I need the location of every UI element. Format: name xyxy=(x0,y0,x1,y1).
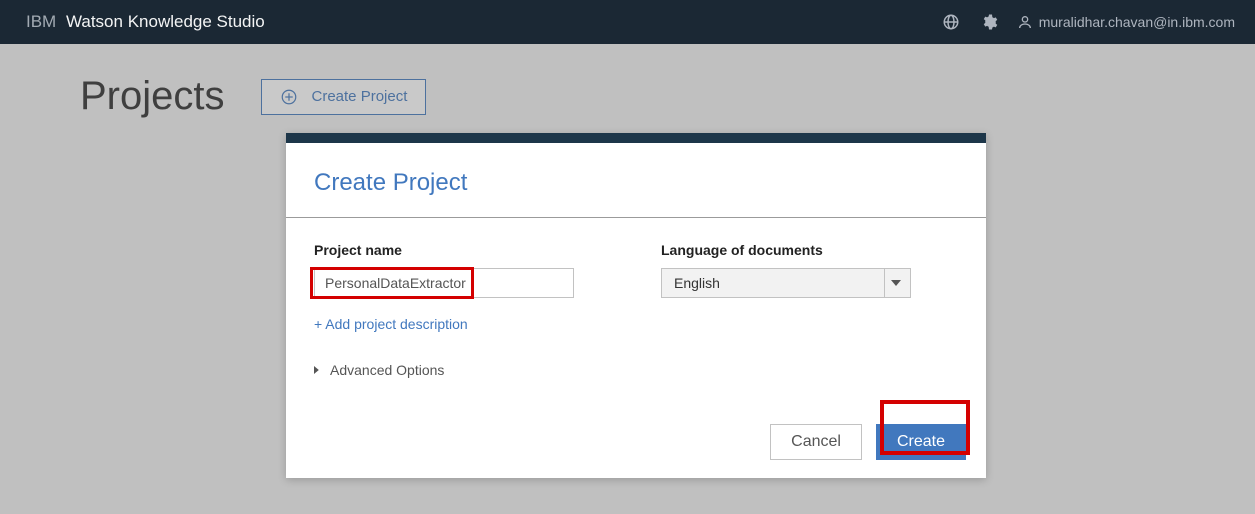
globe-icon[interactable] xyxy=(941,12,961,32)
caret-right-icon xyxy=(314,362,322,378)
language-label: Language of documents xyxy=(661,242,958,258)
user-email: muralidhar.chavan@in.ibm.com xyxy=(1039,14,1235,30)
create-project-modal: Create Project Project name + Add projec… xyxy=(286,133,986,478)
app-header: IBM Watson Knowledge Studio muralidhar.c… xyxy=(0,0,1255,44)
language-value: English xyxy=(674,275,720,291)
gear-icon[interactable] xyxy=(979,12,999,32)
brand-prefix: IBM xyxy=(26,12,56,31)
create-label: Create xyxy=(897,433,945,451)
advanced-options-label: Advanced Options xyxy=(330,362,444,378)
cancel-button[interactable]: Cancel xyxy=(770,424,862,460)
modal-accent-strip xyxy=(286,133,986,143)
modal-title: Create Project xyxy=(286,143,986,217)
brand-product: Watson Knowledge Studio xyxy=(66,12,265,31)
language-select[interactable]: English xyxy=(661,268,911,298)
user-menu[interactable]: muralidhar.chavan@in.ibm.com xyxy=(1017,14,1235,30)
project-name-input[interactable] xyxy=(314,268,574,298)
add-description-link[interactable]: + Add project description xyxy=(314,316,468,332)
modal-divider xyxy=(286,217,986,218)
brand: IBM Watson Knowledge Studio xyxy=(26,12,265,32)
advanced-options-toggle[interactable]: Advanced Options xyxy=(314,362,611,378)
create-button[interactable]: Create xyxy=(876,424,966,460)
project-name-label: Project name xyxy=(314,242,611,258)
caret-down-icon xyxy=(884,269,906,297)
user-icon xyxy=(1017,14,1033,30)
cancel-label: Cancel xyxy=(791,433,841,451)
